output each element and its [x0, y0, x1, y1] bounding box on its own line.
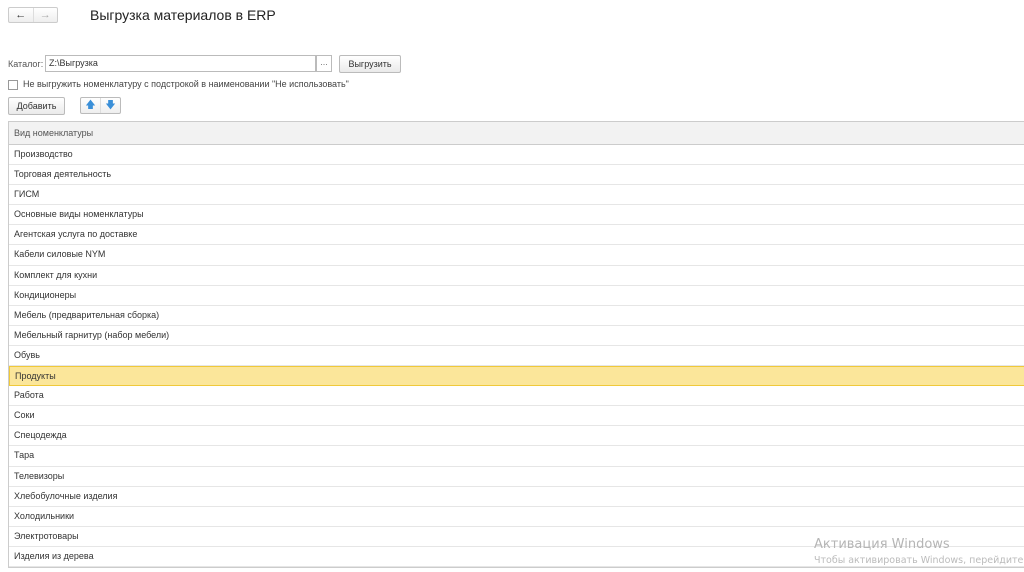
- export-button[interactable]: Выгрузить: [339, 55, 401, 73]
- exclude-checkbox-label: Не выгружить номенклатуру с подстрокой в…: [23, 79, 349, 89]
- table-row[interactable]: Тара: [9, 446, 1024, 467]
- back-button[interactable]: ←: [9, 8, 34, 22]
- catalog-label: Каталог:: [8, 59, 44, 69]
- table-row[interactable]: Телевизоры: [9, 467, 1024, 487]
- table-row[interactable]: Мебель (предварительная сборка): [9, 306, 1024, 326]
- column-header[interactable]: Вид номенклатуры: [9, 122, 1024, 145]
- table-row[interactable]: Кондиционеры: [9, 286, 1024, 306]
- page-title: Выгрузка материалов в ERP: [90, 7, 276, 23]
- move-up-button[interactable]: 🡅: [81, 98, 101, 113]
- table-row[interactable]: Работа: [9, 386, 1024, 407]
- table-row[interactable]: Хлебобулочные изделия: [9, 487, 1024, 507]
- add-button[interactable]: Добавить: [8, 97, 65, 115]
- table-row[interactable]: Основные виды номенклатуры: [9, 205, 1024, 226]
- table-row[interactable]: Производство: [9, 145, 1024, 166]
- watermark-subtitle: Чтобы активировать Windows, перейдите в: [814, 555, 1024, 566]
- table-row[interactable]: Обувь: [9, 346, 1024, 367]
- move-down-button[interactable]: 🡇: [101, 98, 120, 113]
- table-row[interactable]: Продукты: [9, 366, 1024, 387]
- nomenclature-table: Вид номенклатуры Производство Торговая де…: [8, 121, 1024, 568]
- table-row[interactable]: Соки: [9, 406, 1024, 427]
- table-row[interactable]: Комплект для кухни: [9, 266, 1024, 286]
- exclude-checkbox[interactable]: [8, 80, 18, 90]
- watermark-title: Активация Windows: [814, 537, 950, 552]
- forward-button[interactable]: →: [34, 8, 58, 22]
- move-buttons: 🡅 🡇: [80, 97, 121, 114]
- table-row[interactable]: ГИСМ: [9, 185, 1024, 206]
- table-row[interactable]: Торговая деятельность: [9, 165, 1024, 186]
- table-row[interactable]: Агентская услуга по доставке: [9, 225, 1024, 246]
- nav-buttons: ← →: [8, 7, 58, 23]
- table-row[interactable]: Кабели силовые NYM: [9, 245, 1024, 266]
- browse-button[interactable]: ...: [316, 55, 332, 72]
- table-row[interactable]: Спецодежда: [9, 426, 1024, 447]
- table-row[interactable]: Холодильники: [9, 507, 1024, 527]
- catalog-input[interactable]: Z:\Выгрузка: [45, 55, 316, 72]
- table-row[interactable]: Мебельный гарнитур (набор мебели): [9, 326, 1024, 346]
